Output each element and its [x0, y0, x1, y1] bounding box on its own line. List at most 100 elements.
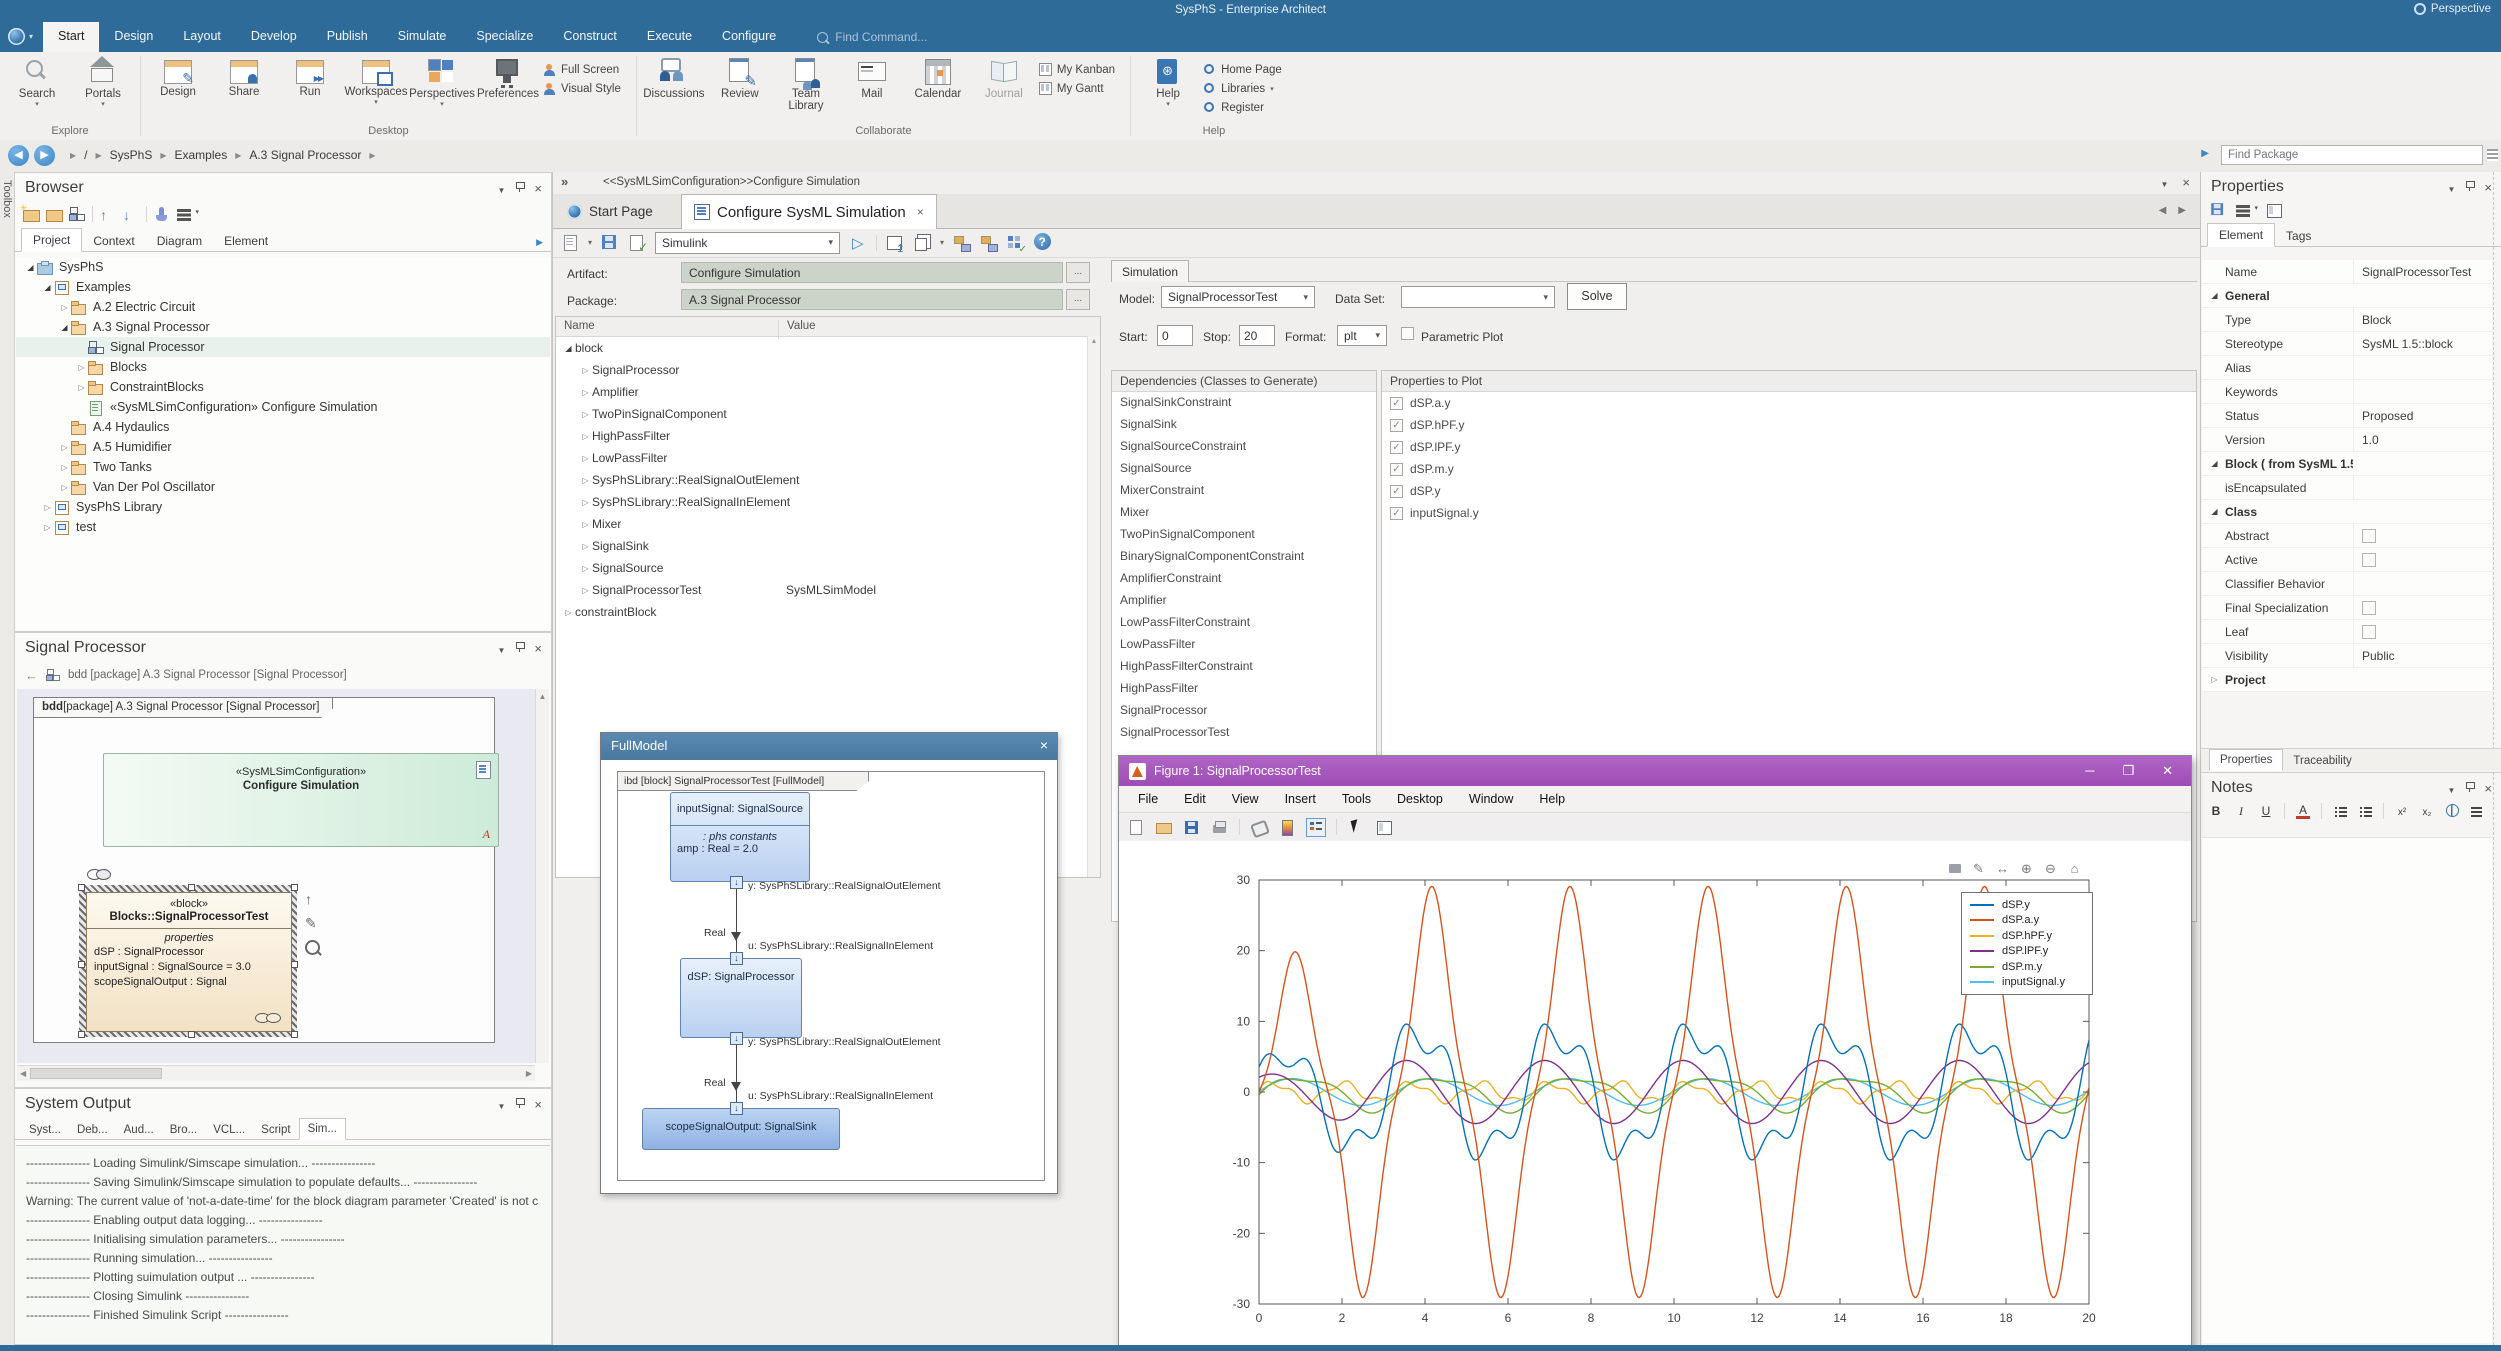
plot-property-item[interactable]: dSP.a.y: [1382, 392, 2196, 414]
ribbon-small-button[interactable]: Register: [1203, 98, 1287, 117]
language-combo[interactable]: Simulink: [655, 232, 840, 254]
back-button[interactable]: ◀: [8, 145, 29, 166]
pan-icon[interactable]: [1995, 861, 2010, 877]
app-logo-icon[interactable]: [8, 28, 25, 45]
dependency-item[interactable]: HighPassFilter: [1112, 678, 1376, 700]
ribbon-button[interactable]: Team Library: [773, 54, 839, 123]
link-plot-icon[interactable]: [1250, 819, 1268, 836]
close-icon[interactable]: ✕: [2162, 763, 2173, 779]
ribbon-button[interactable]: Help: [1135, 54, 1201, 123]
start-input[interactable]: [1157, 325, 1193, 346]
back-icon[interactable]: ←: [25, 668, 38, 683]
menu-item[interactable]: Develop: [236, 22, 312, 52]
menu-item[interactable]: Layout: [168, 22, 236, 52]
expander-icon[interactable]: [41, 283, 54, 292]
dependency-item[interactable]: SignalSourceConstraint: [1112, 436, 1376, 458]
menu-item[interactable]: Configure: [707, 22, 791, 52]
output-tab[interactable]: Syst...: [21, 1120, 69, 1140]
property-row[interactable]: Leaf: [2202, 620, 2492, 644]
ribbon-button[interactable]: Journal: [971, 54, 1037, 123]
figure-menu-item[interactable]: Help: [1526, 792, 1578, 806]
plot-property-item[interactable]: dSP.y: [1382, 480, 2196, 502]
find-package-button[interactable]: ▶: [2201, 148, 2209, 159]
selected-block-wrapper[interactable]: «block» Blocks::SignalProcessorTest prop…: [79, 885, 297, 1037]
ribbon-small-button[interactable]: Visual Style: [543, 79, 626, 98]
plot-property-item[interactable]: inputSignal.y: [1382, 502, 2196, 524]
help-icon[interactable]: [1034, 234, 1052, 252]
caret-down-icon[interactable]: [2160, 176, 2168, 190]
tree-item[interactable]: SysPhS: [16, 257, 550, 277]
property-row[interactable]: Project: [2202, 668, 2492, 692]
expander-icon[interactable]: [75, 363, 88, 372]
tab-configure-sysml-simulation[interactable]: Configure SysML Simulation ×: [681, 194, 937, 229]
property-value[interactable]: [2353, 284, 2492, 307]
tab-start-page[interactable]: Start Page: [555, 194, 665, 228]
inputsignal-part[interactable]: inputSignal: SignalSource : phs constant…: [670, 792, 810, 882]
output-tab[interactable]: Deb...: [69, 1120, 116, 1140]
table-row[interactable]: LowPassFilter: [556, 447, 1100, 469]
maximize-icon[interactable]: ❐: [2122, 763, 2134, 779]
pin-icon[interactable]: [515, 182, 524, 191]
plot-property-item[interactable]: dSP.hPF.y: [1382, 414, 2196, 436]
property-row[interactable]: Classifier Behavior: [2202, 572, 2492, 596]
bullet-list-icon[interactable]: [2333, 804, 2347, 819]
property-row[interactable]: Name SignalProcessorTest: [2202, 260, 2492, 284]
italic-icon[interactable]: [2234, 804, 2248, 819]
collapse-tree-icon[interactable]: [980, 234, 998, 252]
browser-tab[interactable]: Project: [21, 228, 82, 252]
property-row[interactable]: Active: [2202, 548, 2492, 572]
plot-property-checkbox[interactable]: [1390, 463, 1403, 476]
expander-icon[interactable]: [579, 498, 592, 507]
expander-icon[interactable]: [579, 586, 592, 595]
table-row[interactable]: constraintBlock: [556, 601, 1100, 623]
expander-icon[interactable]: [562, 344, 575, 353]
zoom-in-icon[interactable]: [2019, 861, 2034, 877]
property-value[interactable]: [2353, 380, 2492, 403]
generate-icon[interactable]: [886, 234, 904, 252]
ribbon-button[interactable]: Search: [4, 54, 70, 123]
zoom-out-icon[interactable]: [2043, 861, 2058, 877]
output-tab[interactable]: Bro...: [162, 1120, 205, 1140]
expander-icon[interactable]: [2208, 291, 2221, 300]
numbered-list-icon[interactable]: [2358, 804, 2372, 819]
resize-handle[interactable]: [78, 1031, 85, 1038]
validate-icon[interactable]: [628, 234, 646, 252]
diagram-canvas[interactable]: bdd[package] A.3 Signal Processor [Signa…: [17, 689, 535, 1063]
font-color-icon[interactable]: [2296, 803, 2310, 819]
parametric-plot-checkbox[interactable]: [1401, 327, 1414, 340]
plot-property-checkbox[interactable]: [1390, 419, 1403, 432]
table-row[interactable]: TwoPinSignalComponent: [556, 403, 1100, 425]
underline-icon[interactable]: [2259, 804, 2273, 819]
dock-bottom-tab[interactable]: Traceability: [2283, 751, 2361, 771]
tree-item[interactable]: ConstraintBlocks: [16, 377, 550, 397]
new-doc-icon[interactable]: [561, 234, 579, 252]
table-row[interactable]: HighPassFilter: [556, 425, 1100, 447]
property-row[interactable]: Type Block: [2202, 308, 2492, 332]
expander-icon[interactable]: [58, 303, 71, 312]
tree-item[interactable]: A.2 Electric Circuit: [16, 297, 550, 317]
ribbon-button[interactable]: Preferences: [475, 54, 541, 123]
property-value[interactable]: [2353, 356, 2492, 379]
menu-item[interactable]: Publish: [312, 22, 383, 52]
save-icon[interactable]: [601, 234, 619, 252]
properties-tab[interactable]: Element: [2207, 223, 2275, 247]
paintbrush-icon[interactable]: ✎: [305, 915, 320, 932]
expander-icon[interactable]: [58, 323, 71, 332]
close-icon[interactable]: [534, 1098, 542, 1112]
property-row[interactable]: Visibility Public: [2202, 644, 2492, 668]
figure-menu-item[interactable]: Window: [1456, 792, 1526, 806]
resize-handle[interactable]: [188, 1031, 195, 1038]
connector[interactable]: [736, 889, 737, 952]
configure-simulation-artifact[interactable]: «SysMLSimConfiguration» Configure Simula…: [103, 753, 499, 847]
list-icon[interactable]: [2487, 149, 2498, 161]
property-value[interactable]: Block: [2353, 308, 2492, 331]
tree-item[interactable]: test: [16, 517, 550, 537]
ribbon-button[interactable]: Calendar: [905, 54, 971, 123]
new-doc-caret-icon[interactable]: ▾: [588, 238, 592, 247]
property-row[interactable]: Block ( from SysML 1.5 ): [2202, 452, 2492, 476]
output-tab[interactable]: Aud...: [116, 1120, 162, 1140]
new-diagram-icon[interactable]: [69, 207, 85, 221]
menu-item[interactable]: Design: [99, 22, 168, 52]
port-icon[interactable]: ↓: [730, 1102, 743, 1115]
property-row[interactable]: Keywords: [2202, 380, 2492, 404]
